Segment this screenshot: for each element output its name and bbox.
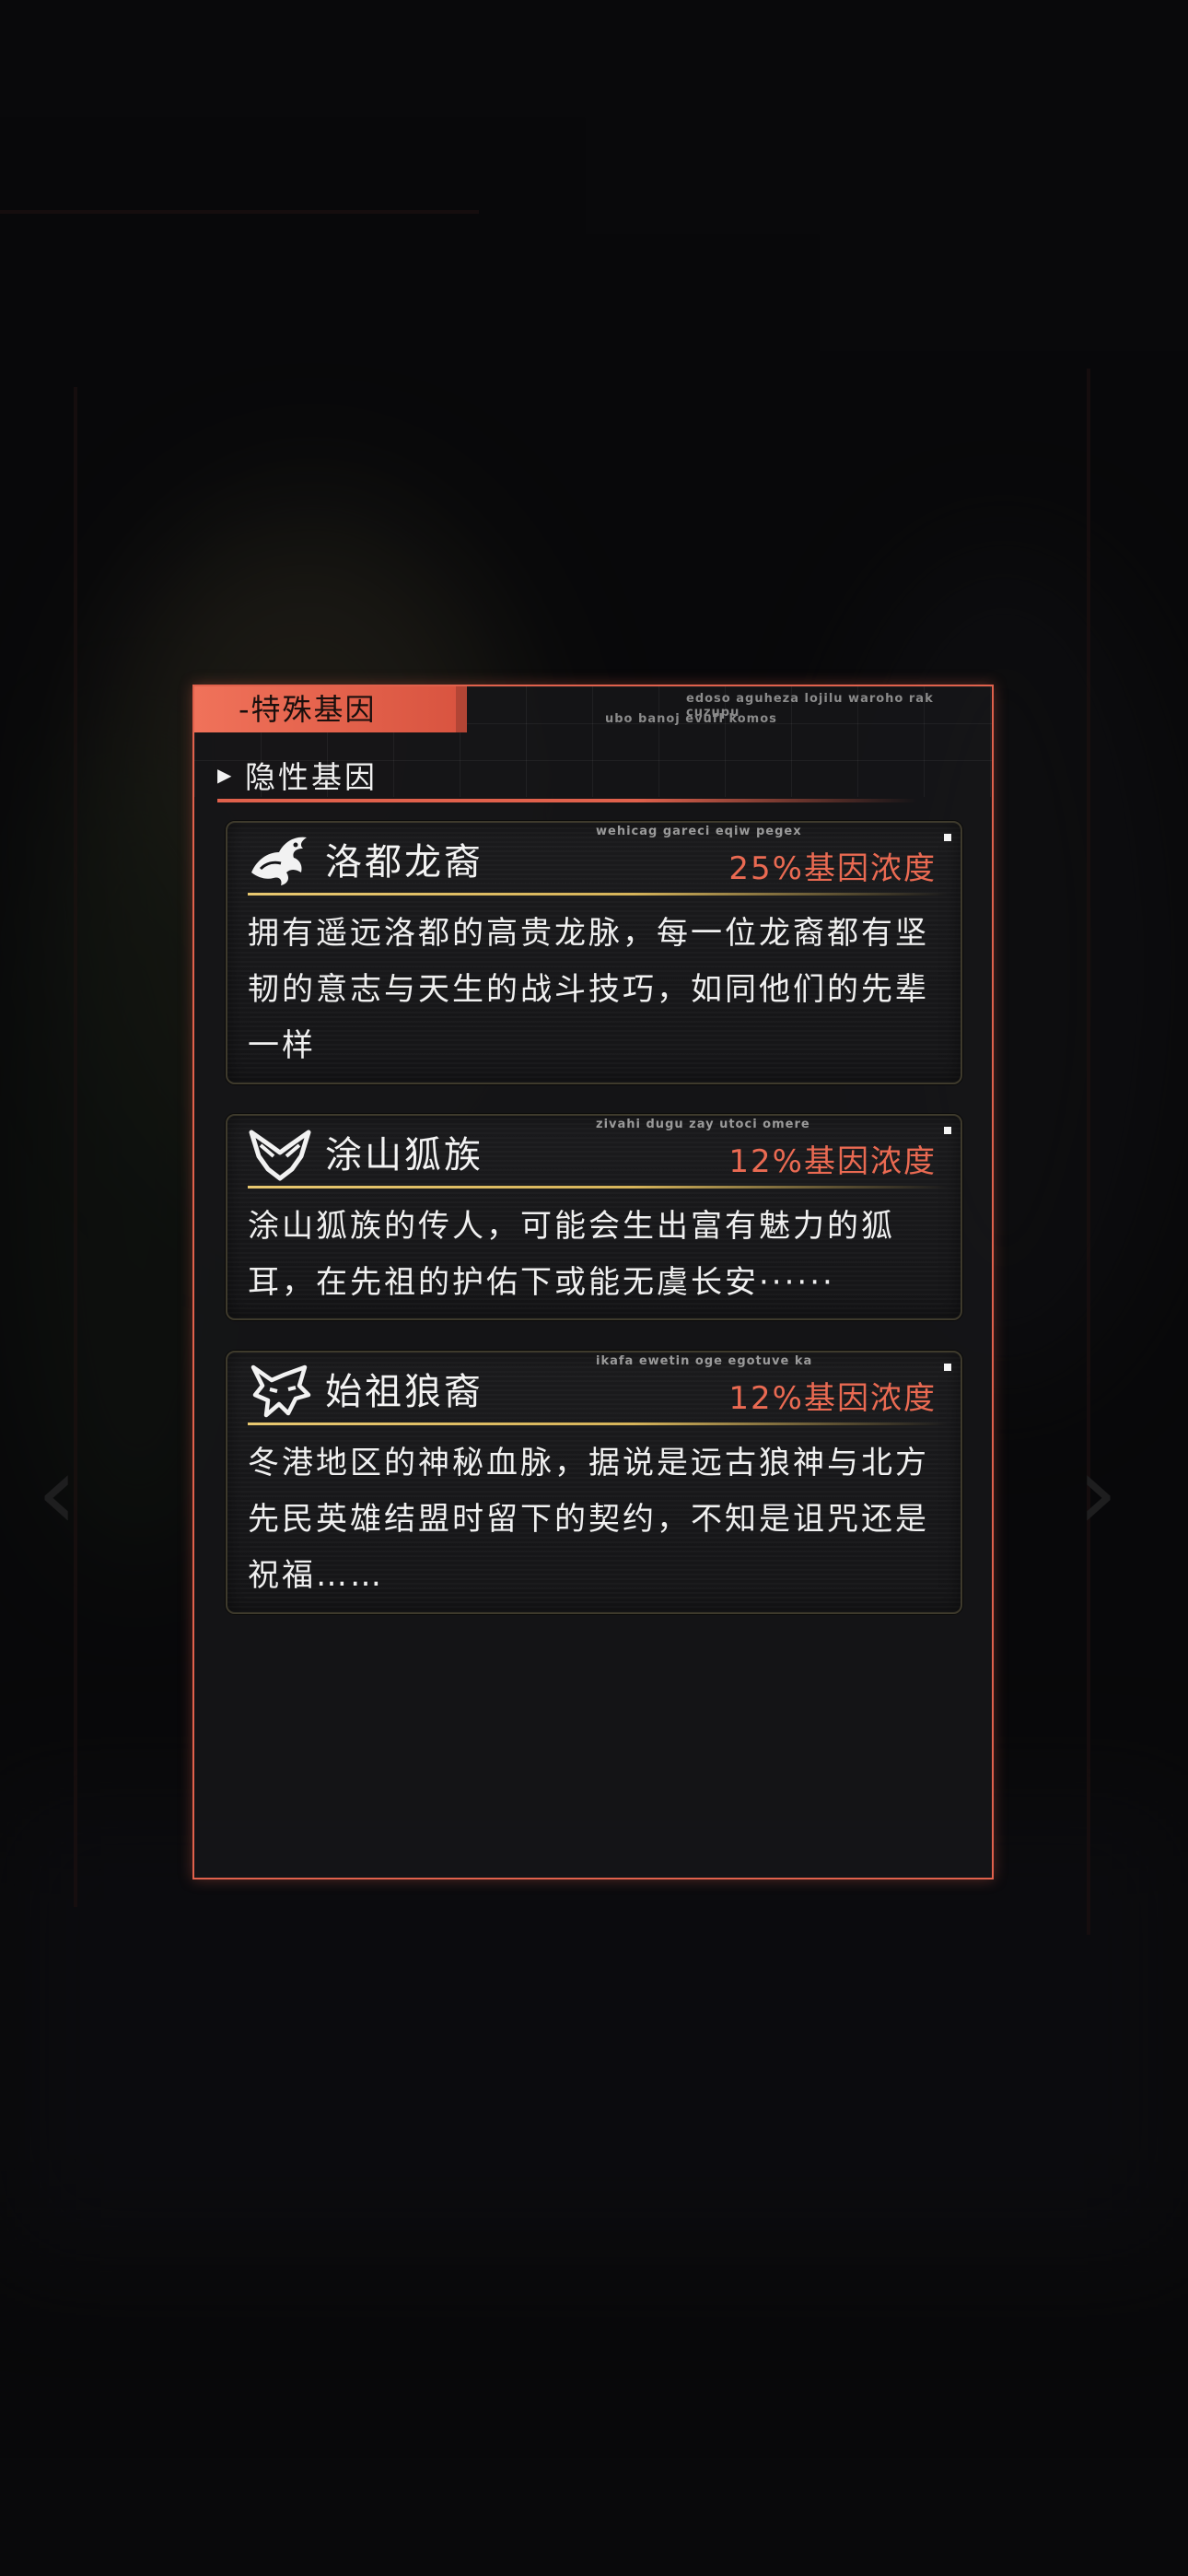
card-divider — [248, 1423, 948, 1425]
gene-description: 拥有遥远洛都的高贵龙脉，每一位龙裔都有坚韧的意志与天生的战斗技巧，如同他们的先辈… — [248, 915, 929, 1064]
gene-name: 涂山狐族 — [325, 1134, 483, 1177]
special-genes-panel: -特殊基因 edoso aguheza lojilu waroho rak cu… — [192, 685, 994, 1879]
triangle-bullet-icon: ▶ — [217, 764, 232, 786]
gene-description: 冬港地区的神秘血脉，据说是远古狼神与北方先民英雄结盟时留下的契约，不知是诅咒还是… — [248, 1445, 929, 1594]
gene-concentration: 12%基因浓度 — [728, 1380, 937, 1417]
panel-header-tab: -特殊基因 — [194, 686, 467, 732]
card-divider — [248, 1186, 948, 1188]
gene-name: 洛都龙裔 — [325, 841, 483, 884]
card-divider — [248, 893, 948, 896]
deco-code-text: ubo banoj evufl komos — [605, 712, 777, 726]
fox-icon — [249, 1130, 311, 1181]
gene-name: 始祖狼裔 — [325, 1371, 483, 1413]
gene-concentration: 12%基因浓度 — [728, 1143, 937, 1180]
card-code-text: ikafa ewetin oge egotuve ka — [596, 1354, 813, 1368]
corner-marker — [944, 1127, 951, 1134]
card-code-text: zivahi dugu zay utoci omere — [596, 1118, 810, 1131]
gene-card[interactable]: wehicag gareci eqiw pegex 洛都龙裔 25%基因浓度 拥… — [226, 821, 962, 1084]
dragon-icon — [251, 837, 307, 885]
gene-concentration: 25%基因浓度 — [728, 850, 937, 887]
corner-marker — [944, 834, 951, 841]
corner-marker — [944, 1364, 951, 1371]
gene-card[interactable]: ikafa ewetin oge egotuve ka 始祖狼裔 12%基因浓度… — [226, 1351, 962, 1614]
gene-card[interactable]: zivahi dugu zay utoci omere 涂山狐族 12%基因浓度… — [226, 1114, 962, 1320]
gene-description: 涂山狐族的传人，可能会生出富有魅力的狐耳，在先祖的护佑下或能无虞长安······ — [248, 1208, 895, 1301]
section-divider — [217, 799, 917, 802]
card-code-text: wehicag gareci eqiw pegex — [596, 825, 802, 838]
wolf-icon — [250, 1364, 311, 1418]
recessive-genes-heading: ▶ 隐性基因 — [217, 753, 917, 802]
section-label: 隐性基因 — [245, 759, 378, 795]
